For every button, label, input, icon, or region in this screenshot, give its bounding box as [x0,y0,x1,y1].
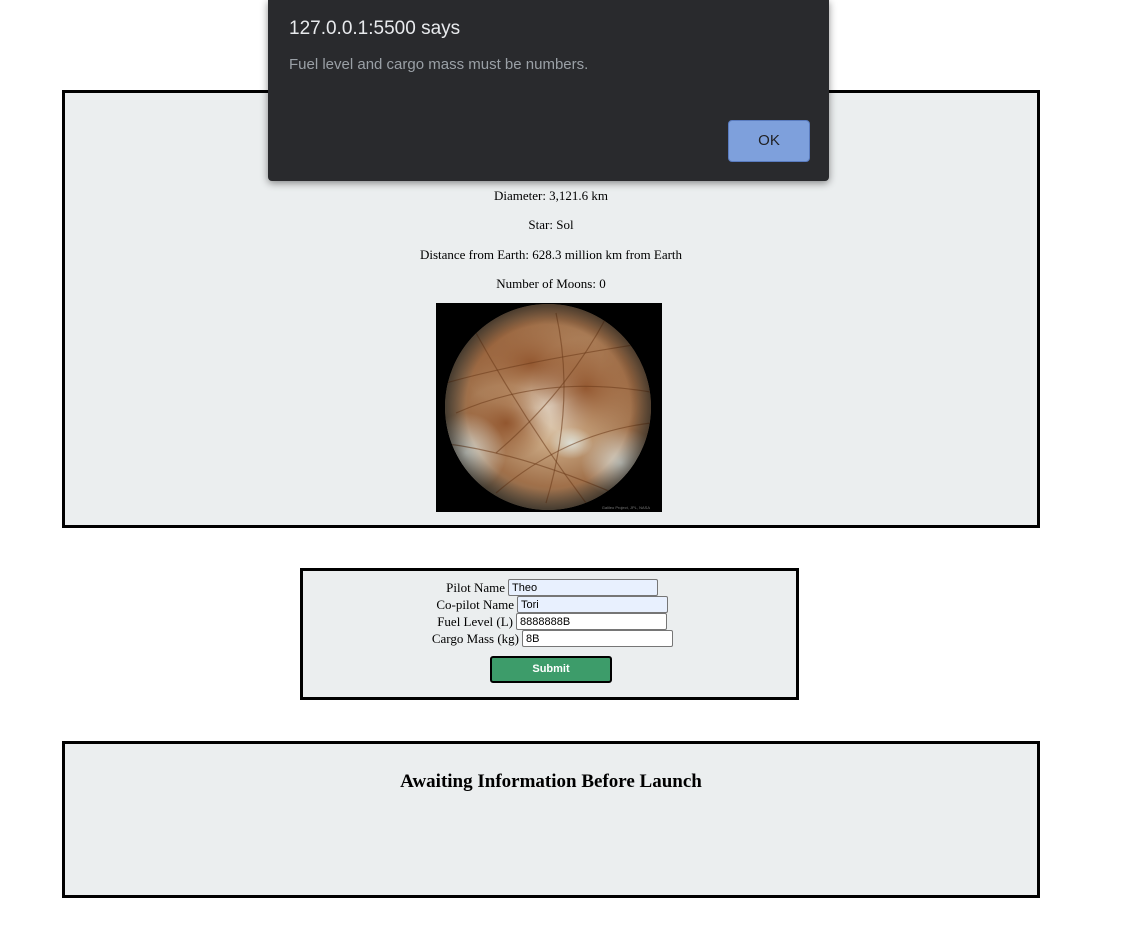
cargo-row: Cargo Mass (kg) [303,630,796,647]
launch-form: Pilot Name Co-pilot Name Fuel Level (L) … [300,568,799,700]
cargo-mass-input[interactable] [522,630,673,647]
launch-status-panel: Awaiting Information Before Launch [62,741,1040,898]
submit-button[interactable]: Submit [490,656,612,683]
launch-status-heading: Awaiting Information Before Launch [400,771,702,792]
pilot-label: Pilot Name [446,580,505,595]
fuel-row: Fuel Level (L) [303,613,796,630]
alert-title: 127.0.0.1:5500 says [289,18,461,39]
planet-image: Galileo Project, JPL, NASA [436,303,662,512]
diameter-text: Diameter: 3,121.6 km [493,188,609,203]
alert-ok-button[interactable]: OK [728,120,810,162]
planet-photo-icon: Galileo Project, JPL, NASA [436,303,662,512]
image-credit: Galileo Project, JPL, NASA [602,505,651,510]
copilot-label: Co-pilot Name [436,597,514,612]
fuel-label: Fuel Level (L) [437,614,513,629]
alert-message: Fuel level and cargo mass must be number… [289,56,589,73]
pilot-name-input[interactable] [508,579,658,596]
fuel-level-input[interactable] [516,613,667,630]
copilot-name-input[interactable] [517,596,668,613]
pilot-row: Pilot Name [303,579,796,596]
alert-dialog: 127.0.0.1:5500 says Fuel level and cargo… [268,0,829,181]
distance-text: Distance from Earth: 628.3 million km fr… [419,247,683,262]
moons-text: Number of Moons: 0 [496,276,606,291]
copilot-row: Co-pilot Name [303,596,796,613]
cargo-label: Cargo Mass (kg) [431,631,519,646]
star-text: Star: Sol [528,217,574,232]
